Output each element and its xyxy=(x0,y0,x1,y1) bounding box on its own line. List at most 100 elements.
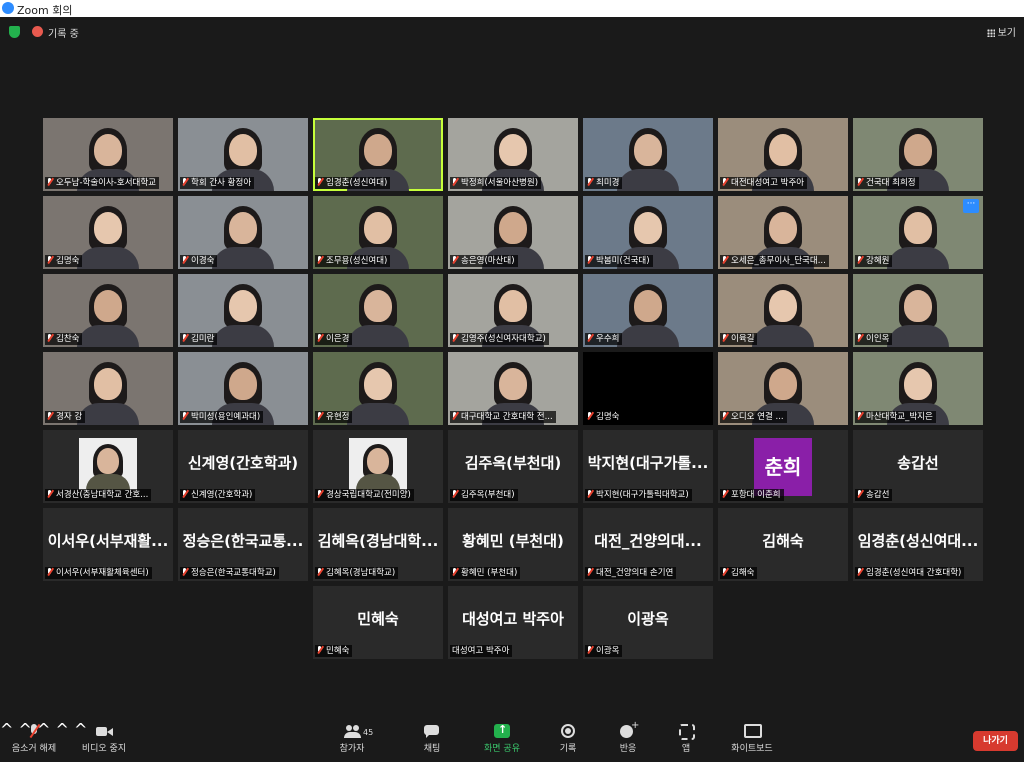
participant-name-label: 대성여고 박주아 xyxy=(450,645,513,657)
participant-name-label: 오세은_총무이사_단국대... xyxy=(720,255,829,267)
participant-tile[interactable]: 황혜민 (부천대) 황혜민 (부천대) xyxy=(448,508,578,581)
unmute-button[interactable]: 음소거 해제 xyxy=(8,724,60,754)
participant-name: 대전_건양의대 손기연 xyxy=(596,568,674,578)
participant-tile[interactable]: 오두남-학술이사-호서대학교 xyxy=(43,118,173,191)
microphone-muted-icon xyxy=(722,568,728,576)
whiteboard-button[interactable]: 화이트보드 xyxy=(728,724,776,754)
participant-tile[interactable]: 오디오 연결 ... xyxy=(718,352,848,425)
participant-name-label: 경자 강 xyxy=(45,411,86,423)
share-screen-icon xyxy=(494,723,510,738)
participant-tile[interactable]: 이서우(서부재활... 이서우(서부재활체육센터) xyxy=(43,508,173,581)
participant-face xyxy=(904,368,932,400)
participant-name: 정승은(한국교통대학교) xyxy=(191,568,276,578)
participant-tile[interactable]: 이경숙 xyxy=(178,196,308,269)
participant-tile[interactable]: 이인옥 xyxy=(853,274,983,347)
participant-tile[interactable]: 송은영(마산대) xyxy=(448,196,578,269)
participant-display-name: 박지현(대구가톨... xyxy=(587,454,709,472)
participant-name: 이인옥 xyxy=(866,334,890,344)
participant-name: 김명숙 xyxy=(596,412,620,422)
participant-display-name: 이광옥 xyxy=(627,610,669,628)
participant-tile[interactable]: 송갑선 송갑선 xyxy=(853,430,983,503)
participant-name: 김찬숙 xyxy=(56,334,80,344)
participant-tile[interactable]: 대구대학교 간호대학 전... xyxy=(448,352,578,425)
microphone-muted-icon xyxy=(722,178,728,186)
participant-tile[interactable]: 김혜옥(경남대학... 김혜옥(경남대학교) xyxy=(313,508,443,581)
participant-tile[interactable]: 경자 강 xyxy=(43,352,173,425)
participant-name: 김주옥(부천대) xyxy=(461,490,515,500)
participant-tile[interactable]: 김명숙 xyxy=(583,352,713,425)
participant-face xyxy=(229,290,257,322)
share-screen-button[interactable]: 화면 공유 xyxy=(480,723,524,754)
participant-name-label: 최미경 xyxy=(585,177,623,189)
participant-face xyxy=(499,368,527,400)
participant-tile[interactable]: 김영주(성신여자대학교) xyxy=(448,274,578,347)
participant-name-label: 강혜원 xyxy=(855,255,893,267)
participant-tile[interactable]: 최미경 xyxy=(583,118,713,191)
microphone-muted-icon xyxy=(47,178,53,186)
participant-tile[interactable]: 이광옥 이광옥 xyxy=(583,586,713,659)
participant-tile[interactable]: 유현정 xyxy=(313,352,443,425)
participant-tile[interactable]: 정승은(한국교통... 정승은(한국교통대학교) xyxy=(178,508,308,581)
leave-meeting-button[interactable]: 나가기 xyxy=(973,731,1018,751)
participant-name: 민혜숙 xyxy=(326,646,350,656)
microphone-muted-icon xyxy=(452,412,458,420)
participant-tile[interactable]: 학회 간사 황정아 xyxy=(178,118,308,191)
participant-tile[interactable]: 신계영(간호학과) 신계영(간호학과) xyxy=(178,430,308,503)
participant-display-name: 황혜민 (부천대) xyxy=(462,532,564,550)
participant-tile[interactable]: 박정희(서울아산병원) xyxy=(448,118,578,191)
participant-name: 김해숙 xyxy=(731,568,755,578)
participant-tile[interactable]: 대성여고 박주아 대성여고 박주아 xyxy=(448,586,578,659)
participant-tile[interactable]: 대전대성여고 박주아 xyxy=(718,118,848,191)
participant-tile[interactable]: 조무용(성신여대) xyxy=(313,196,443,269)
participant-tile[interactable]: 춘희 포항대 이춘희 xyxy=(718,430,848,503)
participant-tile[interactable]: 박미성(용인예과대) xyxy=(178,352,308,425)
participant-name: 대구대학교 간호대학 전... xyxy=(461,412,553,422)
participant-tile[interactable]: 박지현(대구가톨... 박지현(대구가톨릭대학교) xyxy=(583,430,713,503)
participant-tile[interactable]: 서경산(충남대학교 간호... xyxy=(43,430,173,503)
participant-name: 박미성(용인예과대) xyxy=(191,412,261,422)
participant-body xyxy=(77,247,139,269)
participant-tile[interactable]: 이육길 xyxy=(718,274,848,347)
participant-face xyxy=(499,212,527,244)
participant-tile[interactable]: 김찬숙 xyxy=(43,274,173,347)
microphone-muted-icon xyxy=(587,412,593,420)
microphone-muted-icon xyxy=(722,490,728,498)
participant-tile[interactable]: 민혜숙 민혜숙 xyxy=(313,586,443,659)
participant-tile[interactable]: 김명숙 xyxy=(43,196,173,269)
microphone-muted-icon xyxy=(317,646,323,654)
participant-name-label: 박지현(대구가톨릭대학교) xyxy=(585,489,692,501)
participant-tile[interactable]: 건국대 최희정 xyxy=(853,118,983,191)
participant-tile[interactable]: 임경춘(성신여대... 임경춘(성신여대 간호대학) xyxy=(853,508,983,581)
participant-tile[interactable]: ··· 강혜원 xyxy=(853,196,983,269)
participant-tile[interactable]: 마산대학교_박지은 xyxy=(853,352,983,425)
participant-name: 우수희 xyxy=(596,334,620,344)
participant-tile[interactable]: 오세은_총무이사_단국대... xyxy=(718,196,848,269)
participant-face xyxy=(499,134,527,166)
reactions-button[interactable]: 반응 xyxy=(614,720,642,754)
record-button[interactable]: 기록 xyxy=(554,724,582,754)
participant-name: 최미경 xyxy=(596,178,620,188)
participant-name: 대성여고 박주아 xyxy=(452,646,510,656)
participant-tile[interactable]: 대전_건양의대... 대전_건양의대 손기연 xyxy=(583,508,713,581)
participant-tile[interactable]: 우수희 xyxy=(583,274,713,347)
participants-label: 참가자 xyxy=(339,744,365,754)
participant-tile[interactable]: 박봄미(건국대) xyxy=(583,196,713,269)
participant-name: 임경춘(성신여대) xyxy=(326,178,388,188)
more-options-icon[interactable]: ··· xyxy=(963,199,979,213)
microphone-muted-icon xyxy=(182,490,188,498)
participant-tile[interactable]: 김주옥(부천대) 김주옥(부천대) xyxy=(448,430,578,503)
participant-tile[interactable]: 경상국립대학교(전미양) xyxy=(313,430,443,503)
stop-video-button[interactable]: 비디오 중지 xyxy=(78,724,130,754)
participant-face xyxy=(769,134,797,166)
participant-tile[interactable]: 이은경 xyxy=(313,274,443,347)
microphone-muted-icon xyxy=(182,256,188,264)
participant-name: 이은경 xyxy=(326,334,350,344)
participant-tile[interactable]: 김해숙 김해숙 xyxy=(718,508,848,581)
chat-button[interactable]: 채팅 xyxy=(416,724,448,754)
apps-button[interactable]: 앱 xyxy=(674,724,698,754)
microphone-muted-icon xyxy=(182,412,188,420)
participant-name-label: 김혜옥(경남대학교) xyxy=(315,567,399,579)
participant-tile[interactable]: 김미란 xyxy=(178,274,308,347)
participant-tile[interactable]: 임경춘(성신여대) xyxy=(313,118,443,191)
participant-display-name: 김주옥(부천대) xyxy=(464,454,562,472)
